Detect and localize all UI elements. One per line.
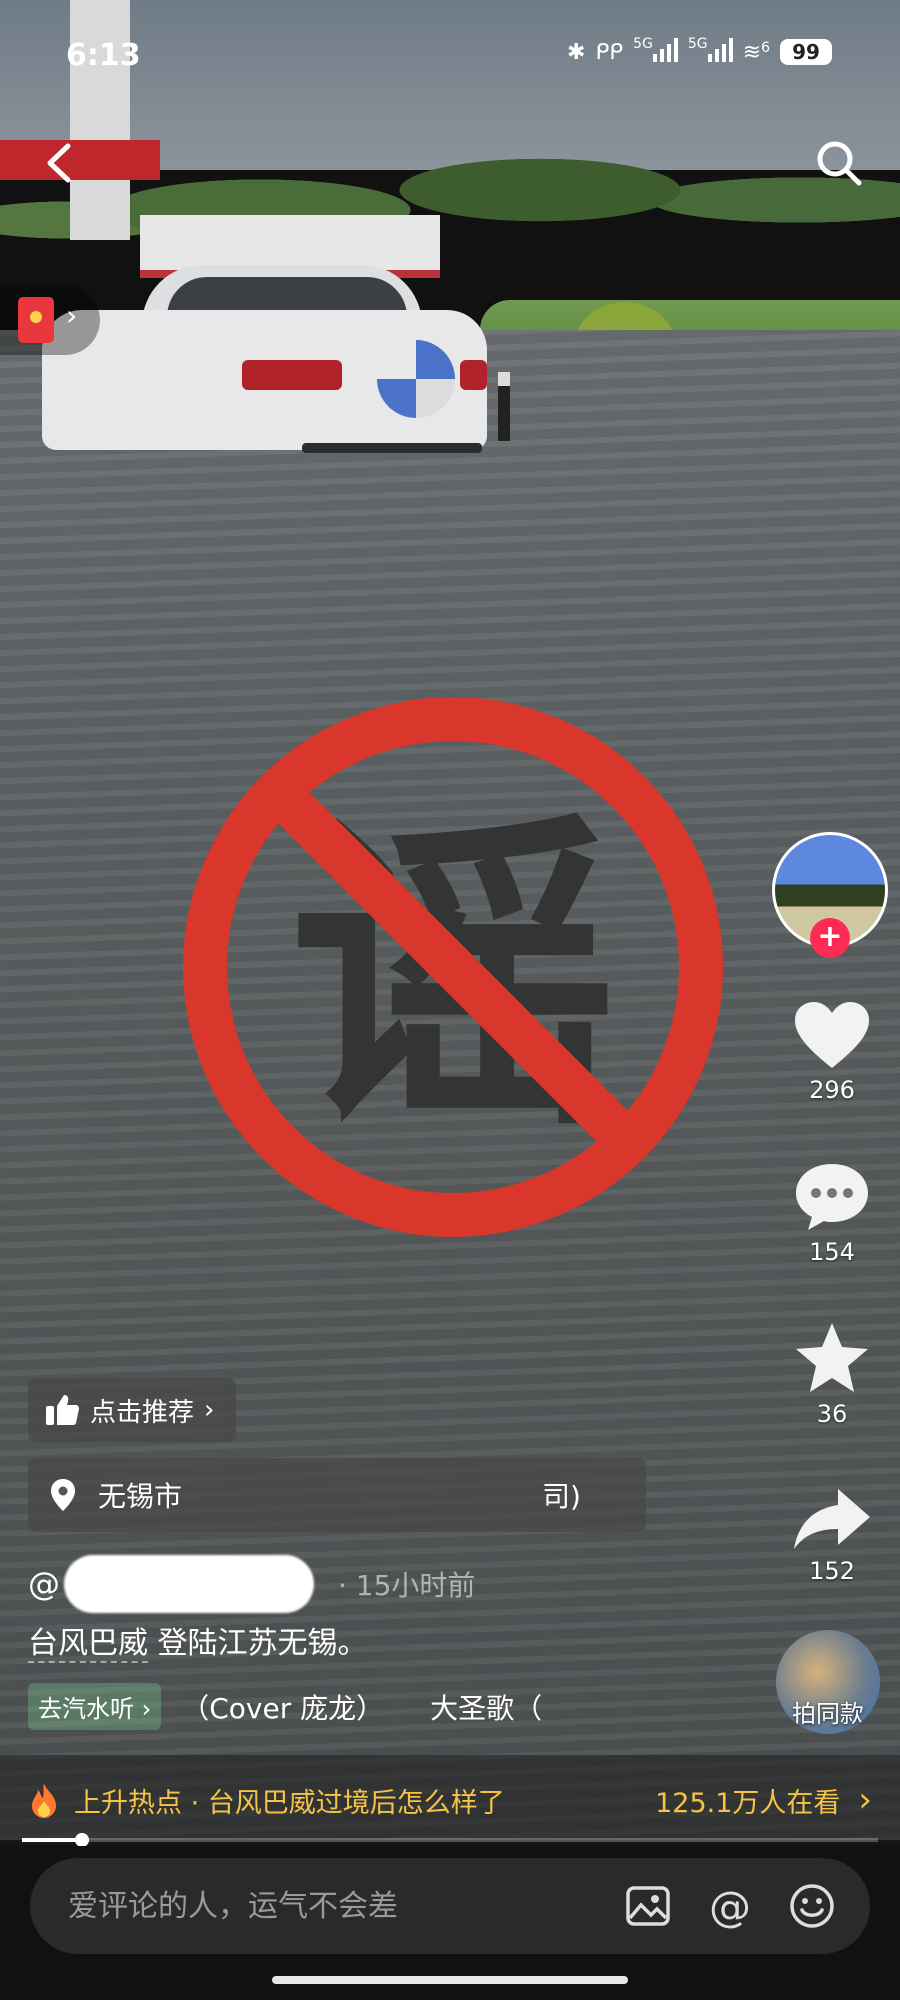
author-line[interactable]: @ · 15小时前 [28,1555,475,1613]
author-name-redacted[interactable] [64,1555,314,1613]
battery-indicator: 99 [780,39,832,65]
chevron-right-icon: › [858,1780,872,1820]
follow-plus-button[interactable]: + [810,918,850,958]
music-app-tag[interactable]: 去汽水听 › [28,1683,162,1730]
bollard [498,372,510,441]
music-row[interactable]: 去汽水听 › （Cover 庞龙） 大圣歌（ [28,1683,542,1730]
red-packet-button[interactable]: › [0,285,100,355]
signal-2: 5G [688,36,733,68]
location-city: 无锡市 [98,1480,183,1513]
status-icons: ✱ ᑭᑭ 5G 5G ≋6 99 [567,36,832,68]
share-arrow-icon [794,1489,870,1549]
comment-bubble-icon [796,1164,868,1230]
rumor-prohibition-sign: 谣 [183,697,723,1237]
red-envelope-icon [18,297,54,343]
music-track-1: （Cover 庞龙） [181,1691,385,1725]
post-caption: 台风巴威 登陆江苏无锡。 [28,1618,368,1663]
same-style-label: 拍同款 [792,1700,864,1728]
white-car [42,265,487,470]
hot-topic-viewers: 125.1万人在看 [655,1787,841,1819]
wifi-icon: ≋6 [742,39,770,65]
favorite-button[interactable]: 36 [782,1320,882,1428]
like-count: 296 [809,1076,855,1104]
author-avatar-button[interactable]: + [772,832,890,958]
recommend-button[interactable]: 点击推荐 › [28,1378,237,1442]
comment-input-box[interactable]: @ [30,1858,870,1954]
progress-fill [22,1838,82,1842]
chevron-right-icon: › [66,299,78,332]
location-blurred [182,1475,542,1515]
music-track-2: 大圣歌（ [430,1691,543,1725]
caption-text: 登陆江苏无锡。 [157,1626,368,1661]
thumbs-up-icon [46,1395,79,1425]
bluetooth-icon: ✱ [567,39,586,65]
image-icon[interactable] [624,1882,672,1930]
hot-topic-label: 上升热点 · 台风巴威过境后怎么样了 [74,1787,505,1819]
comment-count: 154 [809,1238,855,1266]
caption-hashtag-link[interactable]: 台风巴威 [28,1626,148,1663]
gas-station-canopy [0,140,160,180]
location-pin-icon [51,1479,75,1511]
search-button[interactable] [814,138,864,188]
location-suffix: 司) [542,1480,581,1513]
bottom-bar: @ [0,1846,900,2000]
like-button[interactable]: 296 [782,1000,882,1104]
hot-topic-bar[interactable]: 上升热点 · 台风巴威过境后怎么样了 125.1万人在看 › [0,1755,900,1845]
heart-icon [795,1002,869,1068]
video-progress-bar[interactable] [22,1833,878,1847]
gas-station-sign [70,0,130,240]
pixelated-plate [377,340,455,418]
favorite-count: 36 [816,1400,848,1428]
at-mention-icon[interactable]: @ [706,1882,754,1931]
progress-knob[interactable] [74,1833,89,1847]
share-count: 152 [809,1557,855,1585]
search-icon [817,141,862,186]
star-icon [796,1323,868,1392]
back-button[interactable] [40,138,80,188]
home-indicator[interactable] [272,1976,628,1984]
location-tag[interactable]: 无锡市 司) [28,1458,646,1532]
video-screen[interactable]: 6:13 ✱ ᑭᑭ 5G 5G ≋6 99 › 谣 + 296 154 3 [0,0,900,2000]
signal-1: 5G [633,36,678,68]
same-style-button[interactable]: 拍同款 [776,1630,880,1734]
earbuds-icon: ᑭᑭ [595,39,624,65]
chevron-right-icon: › [204,1395,215,1425]
recommend-label: 点击推荐 [90,1397,195,1428]
chevron-left-icon [47,143,71,183]
flame-icon [32,1783,56,1818]
status-time: 6:13 [66,38,141,73]
post-time: · 15小时前 [338,1569,476,1602]
emoji-icon[interactable] [788,1882,836,1930]
author-prefix: @ [28,1565,60,1603]
comment-button[interactable]: 154 [782,1160,882,1266]
comment-input[interactable] [66,1887,590,1925]
share-button[interactable]: 152 [782,1485,882,1585]
